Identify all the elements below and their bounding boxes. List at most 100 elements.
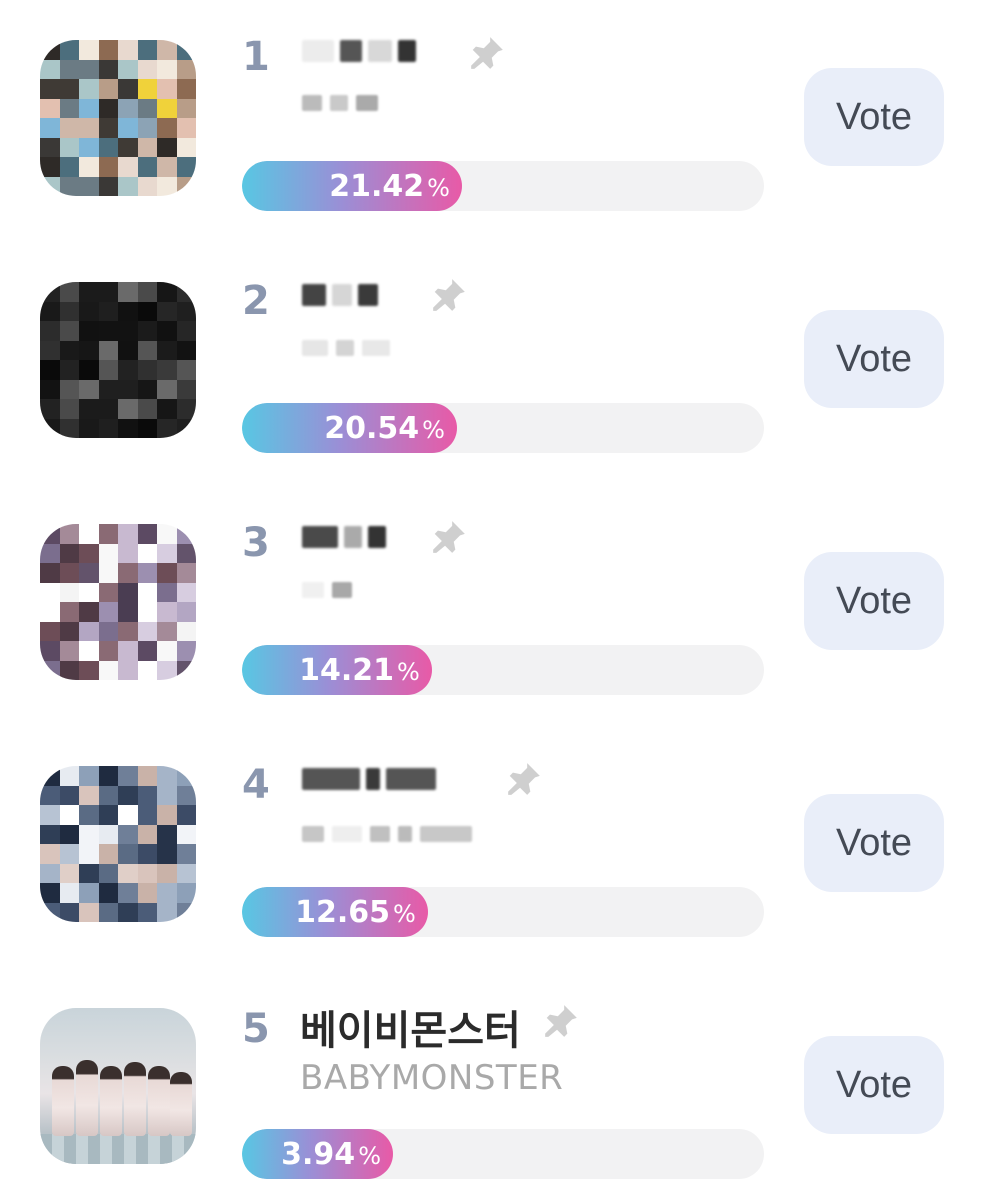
vote-progress-bar: 3.94% [242, 1129, 764, 1179]
avatar-pixel [157, 805, 177, 825]
avatar-pixel [98, 621, 118, 641]
avatar-pixel [176, 621, 196, 641]
artist-avatar[interactable] [40, 524, 196, 680]
avatar-pixel [137, 766, 157, 786]
artist-avatar[interactable] [40, 282, 196, 438]
avatar-pixel [40, 340, 60, 360]
avatar-pixel [59, 399, 79, 419]
avatar-pixel [79, 582, 99, 602]
vote-percentage: 14.21% [299, 652, 420, 688]
avatar-pixel [59, 641, 79, 661]
avatar-pixel [98, 563, 118, 583]
avatar-pixel [118, 602, 138, 622]
avatar-pixel [98, 360, 118, 380]
avatar-pixel [157, 418, 177, 438]
avatar-pixel [157, 543, 177, 563]
avatar-pixel [79, 883, 99, 903]
avatar-photo-floor [40, 1134, 196, 1164]
avatar-pixel [137, 824, 157, 844]
vote-progress-fill: 3.94% [242, 1129, 393, 1179]
avatar-photo-figure [52, 1066, 74, 1136]
avatar-pixel [118, 805, 138, 825]
avatar-pixel [118, 660, 138, 680]
avatar-pixel [98, 282, 118, 302]
avatar-pixel [59, 863, 79, 883]
artist-name-redacted [302, 526, 386, 548]
avatar-pixel [118, 282, 138, 302]
avatar-pixel [176, 660, 196, 680]
vote-percentage: 3.94% [281, 1136, 381, 1172]
pin-icon[interactable] [505, 760, 543, 798]
vote-button[interactable]: Vote [804, 552, 944, 650]
avatar-pixel [59, 360, 79, 380]
artist-avatar[interactable] [40, 1008, 196, 1164]
avatar-pixel [157, 282, 177, 302]
vote-button[interactable]: Vote [804, 310, 944, 408]
avatar-pixel [137, 543, 157, 563]
avatar-pixel [157, 360, 177, 380]
avatar-pixel [176, 902, 196, 922]
avatar-pixel [157, 844, 177, 864]
artist-name-redacted [302, 768, 436, 790]
avatar-pixel [157, 660, 177, 680]
avatar-pixel [157, 602, 177, 622]
avatar-pixel [40, 824, 60, 844]
avatar-pixel [137, 641, 157, 661]
avatar-pixel [40, 766, 60, 786]
avatar-pixel [79, 602, 99, 622]
pin-icon[interactable] [430, 518, 468, 556]
avatar-pixel [59, 543, 79, 563]
avatar-pixel [59, 321, 79, 341]
vote-button[interactable]: Vote [804, 1036, 944, 1134]
pin-icon[interactable] [542, 1002, 580, 1040]
avatar-pixel [40, 543, 60, 563]
artist-avatar[interactable] [40, 766, 196, 922]
rank-number: 4 [242, 762, 270, 808]
avatar-pixel [40, 321, 60, 341]
avatar-pixel [59, 902, 79, 922]
avatar-pixel [176, 282, 196, 302]
avatar-pixel [137, 883, 157, 903]
avatar-pixel [118, 360, 138, 380]
avatar-pixel [157, 621, 177, 641]
avatar-pixel [176, 379, 196, 399]
avatar-pixel [98, 524, 118, 544]
pin-icon[interactable] [430, 276, 468, 314]
vote-percentage: 20.54% [324, 410, 445, 446]
avatar-pixel [59, 582, 79, 602]
avatar-pixel [176, 301, 196, 321]
avatar-pixel [118, 582, 138, 602]
vote-button[interactable]: Vote [804, 794, 944, 892]
avatar-pixel [118, 301, 138, 321]
avatar-pixel [40, 621, 60, 641]
avatar-pixel [98, 602, 118, 622]
avatar-pixel [98, 340, 118, 360]
avatar-pixel [40, 379, 60, 399]
avatar-pixel [137, 418, 157, 438]
avatar-pixel [98, 863, 118, 883]
avatar-pixel [98, 883, 118, 903]
ranking-item[interactable]: 5 베이비몬스터 BABYMONSTER 3.94% Vote [0, 0, 989, 1179]
avatar-pixel [40, 282, 60, 302]
avatar-photo-figure [76, 1060, 98, 1136]
avatar-pixel [98, 660, 118, 680]
avatar-pixel [40, 641, 60, 661]
avatar-pixel [137, 340, 157, 360]
avatar-pixel [137, 563, 157, 583]
rank-number: 2 [242, 278, 270, 324]
avatar-pixel [79, 863, 99, 883]
avatar-pixel [59, 766, 79, 786]
avatar-pixel [79, 824, 99, 844]
avatar-pixel [98, 379, 118, 399]
avatar-pixel [176, 805, 196, 825]
avatar-pixel [98, 641, 118, 661]
avatar-pixel [79, 418, 99, 438]
avatar-pixel [79, 621, 99, 641]
avatar-pixel [118, 399, 138, 419]
avatar-photo-figure [148, 1066, 170, 1136]
avatar-pixel [59, 563, 79, 583]
avatar-pixel [176, 418, 196, 438]
avatar-pixel [79, 766, 99, 786]
avatar-pixel [40, 844, 60, 864]
avatar-pixel [118, 641, 138, 661]
